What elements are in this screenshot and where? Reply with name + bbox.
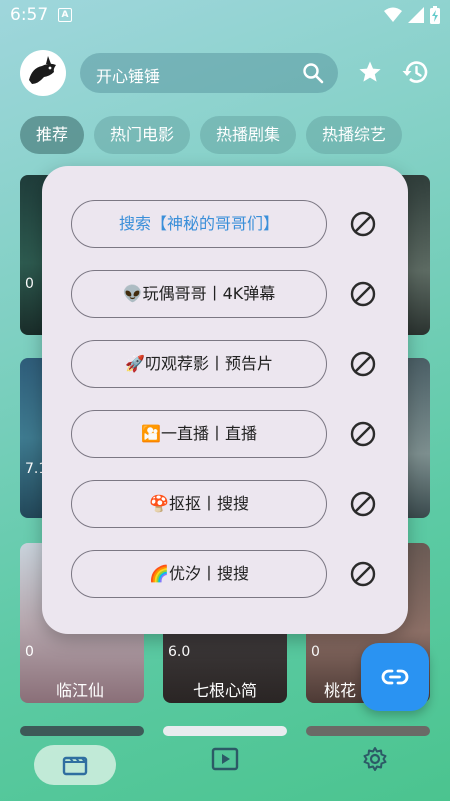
poster-score: 0 <box>25 276 34 292</box>
block-icon[interactable] <box>350 351 376 377</box>
block-icon[interactable] <box>350 421 376 447</box>
tab-hot-movies[interactable]: 热门电影 <box>94 116 191 154</box>
source-row: 🍄抠抠丨搜搜 <box>71 480 391 530</box>
source-row: 👽玩偶哥哥丨4K弹幕 <box>71 270 391 320</box>
source-row: 🌈优汐丨搜搜 <box>71 550 391 600</box>
source-row: 🎦一直播丨直播 <box>71 410 391 460</box>
block-icon[interactable] <box>350 561 376 587</box>
nav-movies[interactable] <box>34 745 116 785</box>
wifi-icon <box>384 7 402 22</box>
settings-icon <box>363 747 387 771</box>
star-icon[interactable] <box>358 60 382 84</box>
status-time: 6:57 <box>10 5 49 25</box>
source-button[interactable]: 搜索【神秘的哥哥们】 <box>71 200 327 248</box>
poster-title: 临江仙 <box>56 681 105 700</box>
avatar[interactable] <box>20 50 66 96</box>
search-icon[interactable] <box>302 62 324 84</box>
link-icon <box>381 669 409 685</box>
nav-settings[interactable] <box>362 746 388 776</box>
history-icon[interactable] <box>401 59 429 85</box>
search-box[interactable]: 开心锤锤 <box>80 53 338 93</box>
play-icon <box>211 747 239 771</box>
tab-hot-variety[interactable]: 热播综艺 <box>306 116 403 154</box>
source-button[interactable]: 🌈优汐丨搜搜 <box>71 550 327 598</box>
tab-recommend[interactable]: 推荐 <box>20 116 85 154</box>
block-icon[interactable] <box>350 281 376 307</box>
link-fab-button[interactable] <box>361 643 429 711</box>
poster-title: 桃花 <box>324 681 357 700</box>
nav-player[interactable] <box>211 746 239 776</box>
film-icon <box>62 756 88 776</box>
source-button[interactable]: 🎦一直播丨直播 <box>71 410 327 458</box>
poster-title: 七根心简 <box>193 681 258 700</box>
bottom-nav <box>0 728 450 801</box>
source-row: 🚀叨观荐影丨预告片 <box>71 340 391 390</box>
block-icon[interactable] <box>350 211 376 237</box>
source-button[interactable]: 👽玩偶哥哥丨4K弹幕 <box>71 270 327 318</box>
source-button[interactable]: 🍄抠抠丨搜搜 <box>71 480 327 528</box>
search-input[interactable]: 开心锤锤 <box>96 63 160 87</box>
notification-a-icon: A <box>58 8 72 22</box>
battery-icon <box>430 6 440 24</box>
tab-hot-series[interactable]: 热播剧集 <box>200 116 297 154</box>
block-icon[interactable] <box>350 491 376 517</box>
source-row: 搜索【神秘的哥哥们】 <box>71 200 391 250</box>
status-icons <box>384 6 440 24</box>
poster-score: 6.0 <box>168 644 191 660</box>
source-button[interactable]: 🚀叨观荐影丨预告片 <box>71 340 327 388</box>
source-dialog: 搜索【神秘的哥哥们】 👽玩偶哥哥丨4K弹幕 🚀叨观荐影丨预告片 🎦一直播丨直播 … <box>42 166 408 634</box>
category-tabs: 推荐 热门电影 热播剧集 热播综艺 <box>20 116 403 154</box>
poster-score: 0 <box>311 644 320 660</box>
signal-icon <box>408 7 424 23</box>
avatar-image <box>29 56 56 84</box>
poster-score: 0 <box>25 644 34 660</box>
status-bar: 6:57 A <box>0 0 450 30</box>
